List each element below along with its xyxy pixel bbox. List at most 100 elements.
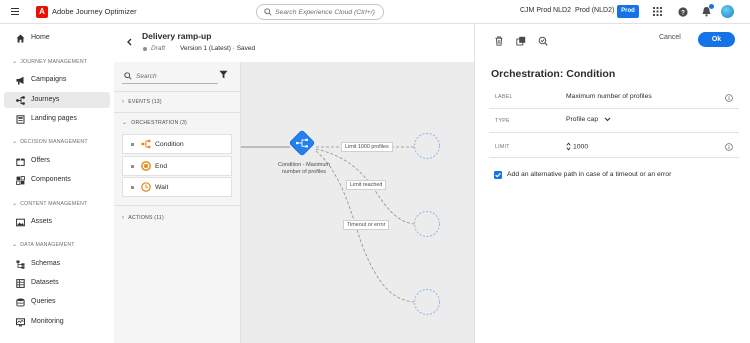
alt-path-checkbox[interactable] [494,171,502,179]
ok-button[interactable]: Ok [698,32,735,47]
delete-icon[interactable] [494,36,504,46]
journey-canvas[interactable]: Condition - Maximum number of profiles L… [241,62,474,343]
section-data-management[interactable]: ⌄ DATA MANAGEMENT [12,241,75,248]
global-search-input[interactable] [275,6,381,18]
duplicate-icon[interactable] [516,36,526,46]
svg-text:?: ? [681,9,685,16]
nav-journeys-label: Journeys [31,96,60,103]
activity-palette: ›EVENTS (13) ⌄ORCHESTRATION (3) Conditio… [114,62,241,343]
chevron-down-icon: ⌄ [12,59,18,65]
nav-datasets-label: Datasets [31,279,59,286]
offers-icon [16,158,25,166]
nav-datasets[interactable]: Datasets [4,275,110,291]
group-actions[interactable]: › ACTIONS (11) [122,215,164,221]
group-orchestration[interactable]: ⌄ ORCHESTRATION (3) [122,119,187,126]
nav-campaigns[interactable]: Campaigns [4,72,110,88]
activity-condition[interactable]: Condition [122,134,232,154]
menu-icon[interactable] [11,8,19,16]
help-icon[interactable]: ? [678,7,688,17]
test-icon[interactable] [538,36,548,46]
drag-handle[interactable] [131,143,134,146]
limit-stepper[interactable]: 1000 [566,142,588,151]
divider [489,157,739,158]
org-switcher[interactable]: CJM Prod NLD2 [520,7,571,14]
chevron-down-icon: ⌄ [12,242,18,248]
section-label: DATA MANAGEMENT [20,242,75,248]
chevron-left-icon[interactable] [126,38,133,46]
journey-icon [16,96,25,105]
user-avatar[interactable] [721,5,734,18]
left-navigation: Home ⌄ JOURNEY MANAGEMENT Campaigns Journ… [0,24,114,343]
divider [489,132,739,133]
nav-offers-label: Offers [31,157,50,164]
info-icon[interactable] [725,143,733,151]
global-search[interactable] [256,4,384,20]
nav-schemas-label: Schemas [31,260,61,267]
environment-badge: Prod [617,5,639,18]
stepper-arrows-icon[interactable] [566,142,571,151]
nav-schemas[interactable]: Schemas [4,256,110,272]
status-dot [143,47,147,51]
info-icon[interactable] [725,94,733,102]
app-name: Adobe Journey Optimizer [52,7,137,16]
drag-handle[interactable] [131,165,134,168]
group-events-label: EVENTS (13) [128,99,162,105]
query-icon [16,298,25,307]
group-actions-label: ACTIONS (11) [128,215,164,221]
edge-label-timeout-error[interactable]: Timeout or error [343,220,390,230]
section-decision-management[interactable]: ⌄ DECISION MANAGEMENT [12,138,88,145]
edge-label-limit-reached[interactable]: Limit reached [346,180,387,190]
limit-field-label: LIMIT [495,144,510,150]
condition-icon [141,139,151,149]
journey-title: Delivery ramp-up [142,31,212,41]
activity-end[interactable]: End [122,156,232,176]
nav-queries[interactable]: Queries [4,294,110,310]
nav-components[interactable]: Components [4,172,110,188]
cancel-button[interactable]: Cancel [659,34,681,41]
search-icon [124,72,132,80]
top-bar: A Adobe Journey Optimizer CJM Prod NLD2 … [0,0,750,24]
app-switcher-icon[interactable] [653,7,662,16]
palette-search[interactable] [122,68,218,84]
nav-queries-label: Queries [31,298,56,305]
nav-assets[interactable]: Assets [4,214,110,230]
section-content-management[interactable]: ⌄ CONTENT MANAGEMENT [12,200,87,207]
dataset-icon [16,279,25,288]
filter-icon[interactable] [219,70,228,79]
activity-end-label: End [155,163,168,170]
section-label: JOURNEY MANAGEMENT [20,59,88,65]
nav-assets-label: Assets [31,218,53,225]
empty-node-3[interactable] [414,289,440,315]
drag-handle[interactable] [131,186,134,189]
nav-landing-pages[interactable]: Landing pages [4,111,110,127]
nav-home[interactable]: Home [4,30,110,46]
nav-monitoring[interactable]: Monitoring [4,314,110,330]
activity-wait-label: Wait [155,184,169,191]
label-field-label: LABEL [495,94,513,100]
group-orchestration-label: ORCHESTRATION (3) [131,120,187,126]
palette-search-input[interactable] [136,70,214,82]
empty-node-2[interactable] [414,211,440,237]
empty-node-1[interactable] [414,133,440,159]
type-field-label: TYPE [495,118,510,124]
alt-path-label: Add an alternative path in case of a tim… [507,171,672,178]
condition-node[interactable] [289,130,315,156]
assets-icon [16,218,25,227]
nav-landing-pages-label: Landing pages [31,115,77,122]
monitoring-icon [16,318,25,327]
search-icon [264,8,272,16]
edge-label-limit-profiles[interactable]: Limit 1000 profiles [341,142,393,152]
clock-icon [141,182,151,192]
journey-status: Draft [151,45,166,52]
nav-journeys[interactable]: Journeys [4,92,110,108]
group-events[interactable]: › EVENTS (13) [122,99,162,105]
home-icon [16,34,25,43]
nav-offers[interactable]: Offers [4,153,110,169]
sandbox-switcher[interactable]: Prod (NLD2) [575,7,614,14]
activity-wait[interactable]: Wait [122,177,232,197]
label-field-input[interactable]: Maximum number of profiles [566,93,652,100]
nav-monitoring-label: Monitoring [31,318,64,325]
type-dropdown[interactable]: Profile cap [566,116,611,123]
section-journey-management[interactable]: ⌄ JOURNEY MANAGEMENT [12,58,87,65]
nav-components-label: Components [31,176,71,183]
